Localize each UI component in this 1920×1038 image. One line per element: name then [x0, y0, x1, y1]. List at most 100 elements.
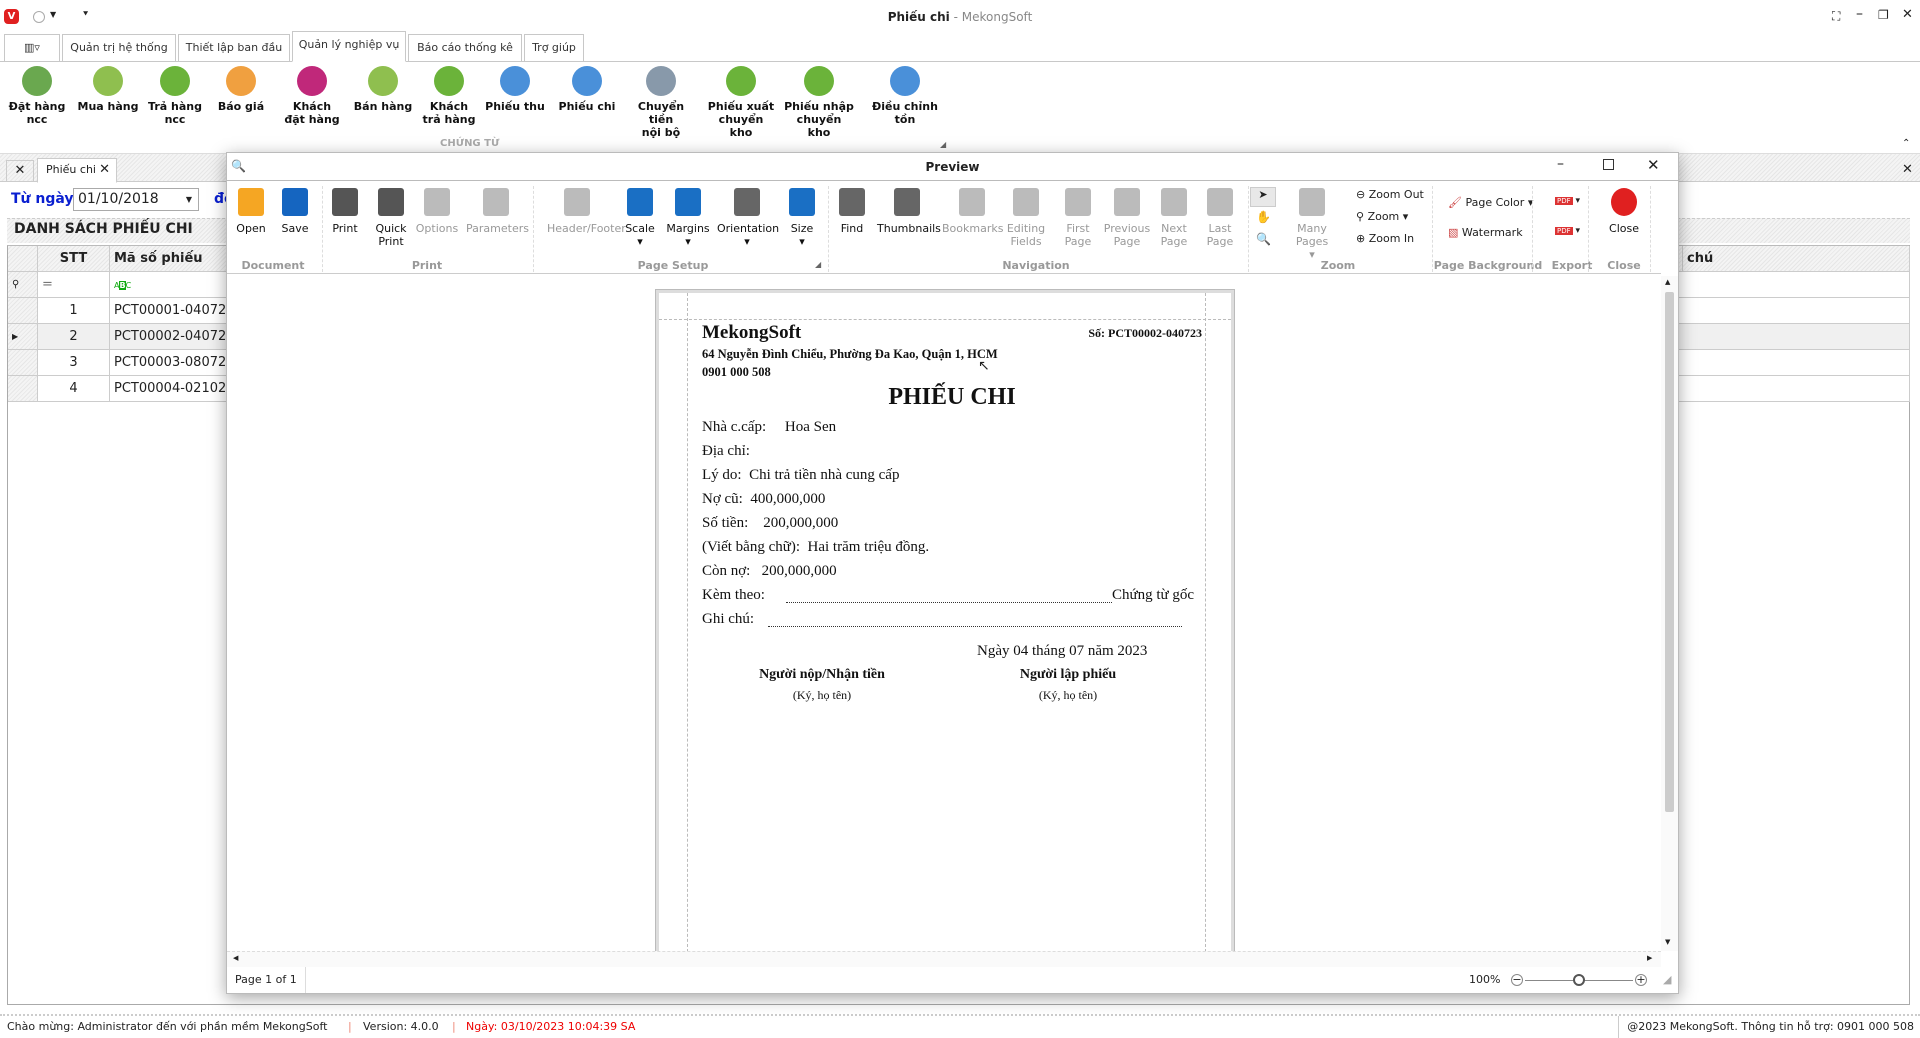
zoom-slider-thumb[interactable]	[1573, 974, 1585, 986]
preview-close-button[interactable]: ✕	[1647, 156, 1660, 174]
page-margin-top	[659, 319, 1231, 320]
row-stt[interactable]: 1	[38, 298, 110, 324]
pointer-tool-icon[interactable]: ➤	[1250, 187, 1276, 207]
watermark-button[interactable]: ▧ Watermark	[1448, 226, 1523, 239]
editing-fields-button[interactable]: Editing Fields	[996, 188, 1056, 248]
close-button[interactable]: Close	[1594, 188, 1654, 235]
tab-thiet-lap-ban-dau[interactable]: Thiết lập ban đầu	[178, 34, 290, 62]
bookmarks-icon	[959, 188, 985, 216]
parameters-button[interactable]: Parameters	[466, 188, 529, 235]
column-header-stt[interactable]: STT	[38, 246, 110, 272]
hand-tool-icon[interactable]: ✋	[1256, 210, 1271, 224]
row-indicator[interactable]: ▶	[8, 324, 38, 350]
group-label-page-background: Page Background	[1433, 259, 1543, 272]
zoom-out-icon: ⊖	[1356, 188, 1369, 201]
mua-hang-button[interactable]: Mua hàng	[73, 66, 143, 113]
scroll-up-arrow[interactable]: ▲	[1665, 278, 1670, 286]
zoom-minus-button[interactable]: −	[1511, 974, 1523, 986]
bookmarks-button[interactable]: Bookmarks	[942, 188, 1003, 235]
resize-grip-icon[interactable]: ◢	[1663, 967, 1671, 993]
dieu-chinh-ton-button[interactable]: Điều chỉnh tồn	[870, 66, 940, 126]
tab-tro-giup[interactable]: Trợ giúp	[524, 34, 584, 62]
row-indicator[interactable]	[8, 350, 38, 376]
last-page-button[interactable]: Last Page	[1190, 188, 1250, 248]
group-expand-icon[interactable]: ◢	[940, 140, 946, 149]
page-margin-left	[687, 293, 688, 951]
restore-button[interactable]: ❐	[1878, 8, 1889, 22]
scroll-left-arrow[interactable]: ◀	[233, 954, 238, 962]
button-label: Phiếu chi	[558, 100, 616, 113]
quick-print-icon	[378, 188, 404, 216]
page-color-button[interactable]: 🖌 Page Color ▾	[1448, 196, 1533, 209]
zoom-out-button[interactable]: ⊖ Zoom Out	[1356, 188, 1424, 201]
row-stt[interactable]: 2	[38, 324, 110, 350]
phieu-xuat-chuyen-kho-button[interactable]: Phiếu xuất chuyển kho	[706, 66, 776, 139]
options-button[interactable]: Options	[407, 188, 467, 235]
find-button[interactable]: Find	[822, 188, 882, 235]
zoom-button[interactable]: ⚲ Zoom ▾	[1356, 210, 1408, 223]
khach-dat-hang-button[interactable]: Khách đặt hàng	[277, 66, 347, 126]
row-stt[interactable]: 4	[38, 376, 110, 402]
horizontal-scrollbar[interactable]: ◀ ▶	[227, 951, 1661, 967]
export-send-pdf-button[interactable]: PDF ▾	[1555, 226, 1580, 236]
tra-hang-ncc-button[interactable]: Trả hàng ncc	[140, 66, 210, 126]
button-label: Size	[790, 222, 814, 235]
vertical-scrollbar[interactable]: ▲ ▼	[1661, 276, 1678, 951]
tab-bao-cao-thong-ke[interactable]: Báo cáo thống kê	[408, 34, 522, 62]
group-label-page-setup: Page Setup	[637, 259, 709, 272]
magnifier-tool-icon[interactable]: 🔍	[1256, 232, 1271, 246]
close-tab-icon[interactable]: ✕	[99, 159, 110, 181]
close-all-tabs-icon[interactable]: ✕	[6, 160, 34, 182]
preview-minimize-button[interactable]: –	[1557, 156, 1564, 172]
row-stt[interactable]: 3	[38, 350, 110, 376]
phieu-nhap-chuyen-kho-button[interactable]: Phiếu nhập chuyển kho	[784, 66, 854, 139]
phieu-thu-button[interactable]: Phiếu thu	[480, 66, 550, 113]
bao-gia-icon	[226, 66, 256, 96]
close-app-button[interactable]: ✕	[1902, 7, 1913, 22]
column-header-ghi-chu[interactable]: chú	[1682, 246, 1910, 272]
bao-gia-button[interactable]: Báo giá	[206, 66, 276, 113]
dropdown-arrow-icon: ▾	[799, 235, 805, 248]
document-tab-phieu-chi[interactable]: Phiếu chi ✕	[37, 158, 117, 183]
chevron-down-icon: ▼	[185, 195, 192, 204]
version-text: Version: 4.0.0	[363, 1020, 439, 1033]
row-indicator[interactable]	[8, 376, 38, 402]
group-separator	[828, 186, 829, 272]
company-phone: 0901 000 508	[702, 365, 771, 379]
scroll-right-arrow[interactable]: ▶	[1647, 954, 1652, 962]
text-filter-icon: ABC	[114, 281, 132, 290]
ban-hang-button[interactable]: Bán hàng	[348, 66, 418, 113]
dat-hang-ncc-button[interactable]: Đặt hàng ncc	[2, 66, 72, 126]
close-panel-icon[interactable]: ✕	[1902, 162, 1913, 177]
scroll-down-arrow[interactable]: ▼	[1665, 938, 1670, 946]
from-date-picker[interactable]: 01/10/2018 ▼	[73, 188, 199, 211]
chuyen-tien-noi-bo-button[interactable]: Chuyển tiền nội bộ	[626, 66, 696, 139]
vertical-scroll-thumb[interactable]	[1665, 292, 1674, 812]
row-indicator[interactable]	[8, 298, 38, 324]
zoom-in-button[interactable]: ⊕ Zoom In	[1356, 232, 1414, 245]
ribbon-menu-toggle[interactable]: ▥▿	[4, 34, 60, 62]
many-pages-button[interactable]: Many Pages ▾	[1282, 188, 1342, 261]
phieu-chi-button[interactable]: Phiếu chi	[552, 66, 622, 113]
header-footer-button[interactable]: Header/Footer	[547, 188, 626, 235]
button-label: Phiếu xuất chuyển kho	[707, 100, 775, 139]
khach-tra-hang-button[interactable]: Khách trả hàng	[414, 66, 484, 126]
margins-button[interactable]: Margins ▾	[658, 188, 718, 248]
fullscreen-icon[interactable]: ⛶	[1832, 9, 1840, 24]
header-footer-icon	[564, 188, 590, 216]
thumbnails-button[interactable]: Thumbnails	[877, 188, 941, 235]
collapse-ribbon-icon[interactable]: ⌃	[1902, 138, 1910, 149]
page-setup-dialog-launcher-icon[interactable]: ◢	[815, 260, 821, 269]
export-pdf-button[interactable]: PDF ▾	[1555, 196, 1580, 206]
separator: |	[452, 1020, 456, 1033]
filter-stt-cell[interactable]: =	[38, 272, 110, 298]
zoom-plus-button[interactable]: +	[1635, 974, 1647, 986]
tab-quan-tri-he-thong[interactable]: Quản trị hệ thống	[62, 34, 176, 62]
group-separator	[1650, 186, 1651, 272]
button-label: Zoom Out	[1368, 188, 1424, 201]
button-label: Trả hàng ncc	[148, 100, 202, 126]
preview-maximize-button[interactable]	[1603, 159, 1614, 170]
tab-quan-ly-nghiep-vu[interactable]: Quản lý nghiệp vụ	[292, 31, 406, 62]
orientation-button[interactable]: Orientation ▾	[717, 188, 779, 248]
minimize-button[interactable]: –	[1856, 6, 1863, 22]
